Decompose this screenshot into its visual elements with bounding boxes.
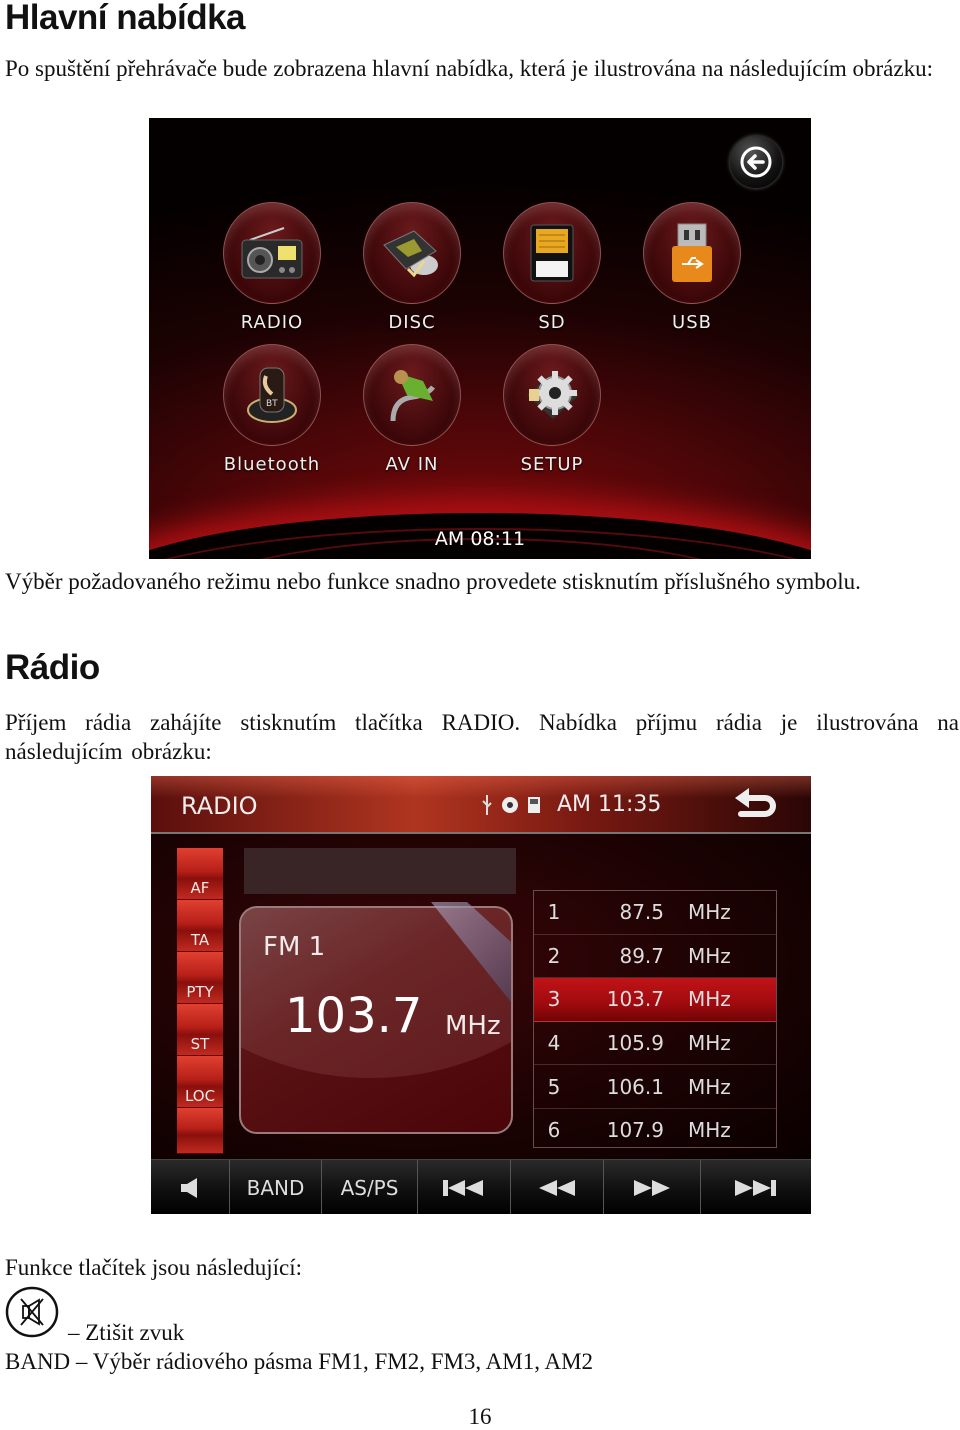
preset-unit: MHz bbox=[688, 900, 731, 925]
disc-icon bbox=[502, 796, 518, 813]
main-menu-screenshot: RADIO DISC SD USB BT Bluetooth AV IN SET… bbox=[149, 118, 811, 559]
intro-paragraph: Po spuštění přehrávače bude zobrazena hl… bbox=[5, 56, 933, 81]
tile-disc[interactable]: DISC bbox=[357, 202, 467, 333]
disc-icon bbox=[383, 230, 438, 278]
skip-next-icon bbox=[735, 1179, 776, 1196]
skip-next-button[interactable] bbox=[701, 1160, 811, 1214]
page-number: 16 bbox=[468, 1404, 492, 1429]
preset-number: 4 bbox=[547, 1031, 561, 1056]
tile-usb[interactable]: USB bbox=[637, 202, 747, 333]
status-area: AM 11:35 bbox=[481, 792, 661, 817]
tile-label: Bluetooth bbox=[223, 454, 321, 475]
radio-body: AF TA PTY ST LOC FM 1 103.7 MHz 1 87.5 MHz… bbox=[151, 834, 811, 1159]
preset-frequency: 107.9 bbox=[606, 1118, 664, 1143]
skip-previous-icon bbox=[443, 1179, 483, 1196]
rds-text-bar bbox=[244, 848, 516, 894]
radio-clock: AM 11:35 bbox=[557, 792, 662, 817]
clock: AM 08:11 bbox=[434, 528, 526, 550]
tile-label: USB bbox=[672, 312, 712, 333]
preset-item[interactable]: 2 89.7 MHz bbox=[534, 935, 776, 979]
preset-number: 6 bbox=[547, 1118, 561, 1143]
tile-label: RADIO bbox=[240, 312, 304, 333]
preset-unit: MHz bbox=[688, 1118, 731, 1143]
usb-icon bbox=[482, 794, 492, 815]
tile-label: SETUP bbox=[520, 454, 584, 475]
tile-radio[interactable]: RADIO bbox=[217, 202, 327, 333]
radio-screenshot: RADIO AM 11:35 AF TA PTY ST LOC FM 1 103… bbox=[151, 776, 811, 1214]
preset-item[interactable]: 6 107.9 MHz bbox=[534, 1109, 776, 1152]
tile-sd[interactable]: SD bbox=[497, 202, 607, 333]
menu-caption: Výběr požadovaného režimu nebo funkce sn… bbox=[5, 569, 861, 594]
return-button[interactable] bbox=[733, 788, 777, 825]
tile-label: SD bbox=[538, 312, 566, 333]
preset-frequency: 87.5 bbox=[619, 900, 664, 925]
preset-item[interactable]: 5 106.1 MHz bbox=[534, 1065, 776, 1109]
fast-forward-button[interactable] bbox=[604, 1160, 701, 1214]
mute-icon bbox=[5, 1286, 59, 1338]
preset-unit: MHz bbox=[688, 1031, 731, 1056]
mute-description: – Ztišit zvuk bbox=[68, 1320, 185, 1345]
af-button[interactable]: AF bbox=[177, 848, 223, 900]
radio-title: RADIO bbox=[181, 792, 258, 820]
st-button[interactable]: ST bbox=[177, 1004, 223, 1056]
band-description: BAND – Výběr rádiového pásma FM1, FM2, F… bbox=[5, 1349, 594, 1374]
return-arrow-icon bbox=[735, 788, 776, 817]
circle-arrow-left-icon bbox=[740, 146, 772, 178]
heading-main-menu: Hlavní nabídka bbox=[5, 0, 246, 37]
fast-forward-icon bbox=[634, 1179, 670, 1196]
tile-setup[interactable]: SETUP bbox=[497, 344, 607, 475]
preset-item[interactable]: 4 105.9 MHz bbox=[534, 1022, 776, 1066]
preset-frequency: 89.7 bbox=[619, 943, 664, 968]
preset-unit: MHz bbox=[688, 943, 731, 968]
pty-button[interactable]: PTY bbox=[177, 952, 223, 1004]
sd-card-icon bbox=[530, 224, 574, 282]
back-button[interactable] bbox=[730, 136, 782, 188]
preset-frequency: 105.9 bbox=[606, 1031, 664, 1056]
preset-frequency: 106.1 bbox=[606, 1074, 664, 1099]
tile-label: AV IN bbox=[385, 454, 439, 475]
preset-number: 2 bbox=[547, 943, 561, 968]
ta-button[interactable]: TA bbox=[177, 900, 223, 952]
radio-icon bbox=[241, 227, 303, 279]
preset-item-active[interactable]: 3 103.7 MHz bbox=[534, 978, 776, 1022]
usb-icon bbox=[672, 223, 712, 282]
rewind-button[interactable] bbox=[511, 1160, 604, 1214]
heading-radio: Rádio bbox=[5, 648, 100, 687]
preset-number: 1 bbox=[547, 900, 561, 925]
radio-header: RADIO AM 11:35 bbox=[151, 776, 811, 834]
skip-previous-button[interactable] bbox=[418, 1160, 511, 1214]
blank-button[interactable] bbox=[177, 1108, 223, 1154]
frequency-unit: MHz bbox=[445, 1011, 501, 1041]
as-ps-button[interactable]: AS/PS bbox=[322, 1160, 418, 1214]
tile-label: DISC bbox=[388, 312, 436, 333]
preset-list: 1 87.5 MHz 2 89.7 MHz 3 103.7 MHz 4 105.9 MHz 5 1… bbox=[533, 890, 777, 1148]
preset-unit: MHz bbox=[688, 1074, 731, 1099]
preset-number: 5 bbox=[547, 1074, 561, 1099]
preset-unit: MHz bbox=[688, 987, 731, 1012]
av-in-cable-icon bbox=[390, 370, 435, 422]
side-button-column: AF TA PTY ST LOC bbox=[177, 848, 223, 1154]
svg-text:BT: BT bbox=[266, 399, 278, 409]
sd-card-icon bbox=[528, 796, 540, 813]
preset-frequency: 103.7 bbox=[606, 987, 664, 1012]
loc-button[interactable]: LOC bbox=[177, 1056, 223, 1108]
functions-heading: Funkce tlačítek jsou následující: bbox=[5, 1255, 303, 1280]
preset-item[interactable]: 1 87.5 MHz bbox=[534, 891, 776, 935]
bottom-control-bar: BAND AS/PS bbox=[151, 1159, 811, 1214]
current-frequency: 103.7 bbox=[285, 988, 423, 1044]
rewind-icon bbox=[539, 1179, 575, 1196]
band-label: FM 1 bbox=[263, 932, 326, 962]
bluetooth-phone-icon: BT bbox=[247, 367, 297, 423]
tile-bluetooth[interactable]: BT Bluetooth bbox=[217, 344, 327, 475]
gear-icon bbox=[527, 371, 579, 419]
preset-number: 3 bbox=[547, 987, 561, 1012]
tile-av-in[interactable]: AV IN bbox=[357, 344, 467, 475]
radio-intro-paragraph: Příjem rádia zahájíte stisknutím tlačítk… bbox=[5, 710, 959, 764]
speaker-icon bbox=[181, 1177, 197, 1198]
mute-button[interactable] bbox=[151, 1160, 230, 1214]
band-button[interactable]: BAND bbox=[230, 1160, 322, 1214]
